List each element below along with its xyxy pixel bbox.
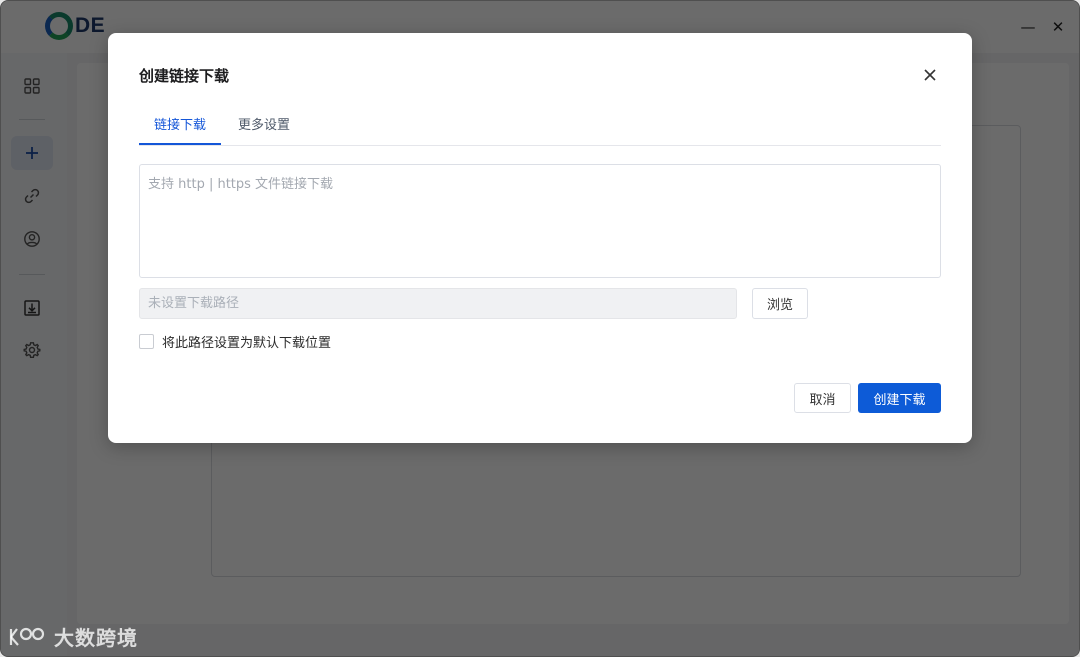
create-download-button[interactable]: 创建下载 [858, 383, 941, 413]
tab-link-download[interactable]: 链接下载 [139, 115, 222, 145]
default-path-checkbox-label[interactable]: 将此路径设置为默认下载位置 [162, 332, 331, 351]
cancel-button[interactable]: 取消 [794, 383, 851, 413]
dialog-title: 创建链接下载 [139, 67, 230, 85]
dialog-close-button[interactable] [918, 65, 942, 85]
dialog-tabs: 链接下载 更多设置 [139, 111, 941, 146]
watermark-text: 大数跨境 [54, 626, 138, 650]
close-icon [924, 69, 936, 81]
download-path-input[interactable] [139, 288, 737, 319]
browse-button[interactable]: 浏览 [752, 288, 808, 319]
default-path-checkbox[interactable] [139, 334, 154, 349]
watermark-logo-icon [9, 627, 45, 646]
tab-more-settings[interactable]: 更多设置 [223, 115, 305, 145]
watermark: 大数跨境 [8, 622, 138, 651]
url-input[interactable] [139, 164, 941, 278]
create-link-download-dialog: 创建链接下载 链接下载 更多设置 浏览 将此路径设置为默认下载位置 取消 创建下… [108, 33, 972, 443]
default-path-checkbox-row[interactable]: 将此路径设置为默认下载位置 [139, 332, 331, 351]
